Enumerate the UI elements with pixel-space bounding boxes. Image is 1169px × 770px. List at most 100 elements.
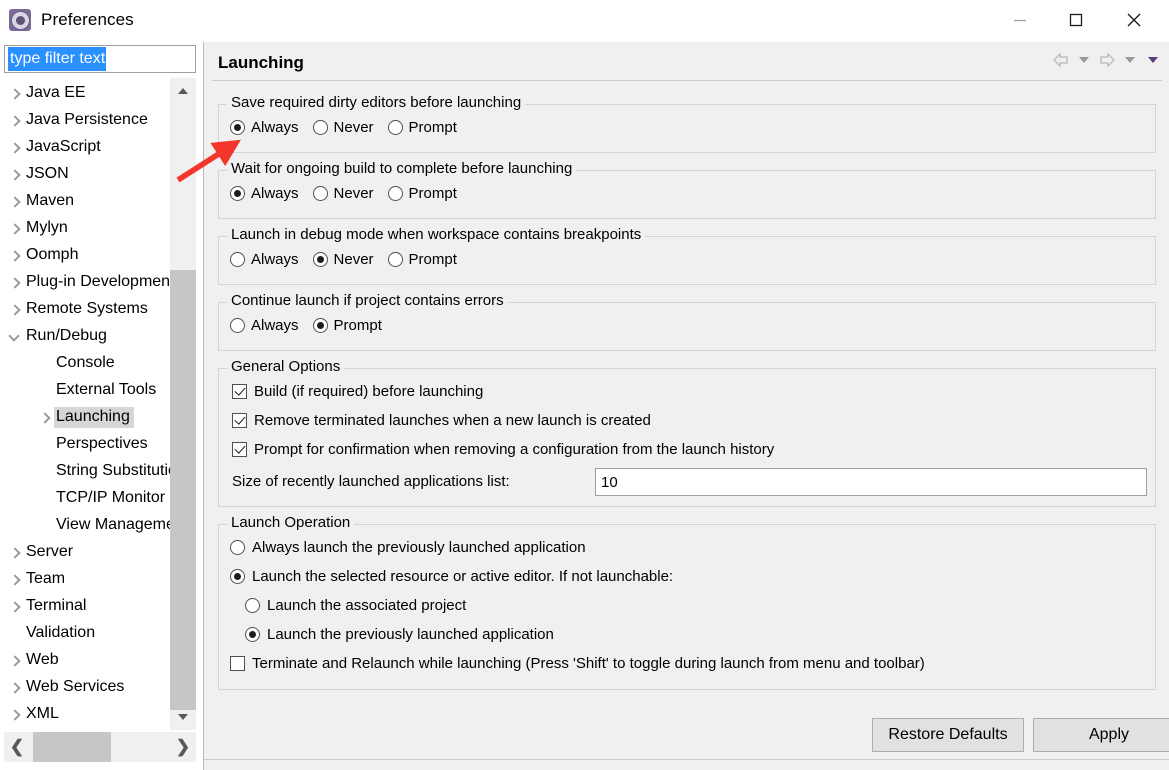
launch-op-associated-project-radio[interactable]: Launch the associated project — [245, 597, 466, 614]
chevron-right-icon[interactable] — [4, 549, 24, 557]
vertical-scrollbar-thumb[interactable] — [170, 270, 196, 710]
continue-errors-radio-group: Always Prompt — [230, 317, 396, 334]
chevron-right-icon[interactable] — [4, 684, 24, 692]
scroll-down-icon[interactable] — [170, 704, 196, 730]
back-arrow-icon[interactable] — [1051, 50, 1071, 70]
tree-item-server[interactable]: Server — [4, 539, 179, 566]
option-label: Prompt — [408, 119, 457, 136]
wait-build-always-radio[interactable]: Always — [230, 185, 299, 202]
tree-item-maven[interactable]: Maven — [4, 188, 179, 215]
checkbox-label: Prompt for confirmation when removing a … — [254, 441, 775, 458]
tree-item-perspectives[interactable]: Perspectives — [4, 431, 179, 458]
chevron-right-icon[interactable] — [4, 252, 24, 260]
maximize-button[interactable] — [1053, 0, 1099, 40]
apply-button[interactable]: Apply — [1033, 718, 1169, 752]
tree-item-javascript[interactable]: JavaScript — [4, 134, 179, 161]
tree-item-mylyn[interactable]: Mylyn — [4, 215, 179, 242]
forward-arrow-icon[interactable] — [1097, 50, 1117, 70]
tree-item-team[interactable]: Team — [4, 566, 179, 593]
dialog-button-bar: Restore Defaults Apply — [204, 718, 1169, 752]
tree-item-label: TCP/IP Monitor — [56, 489, 166, 506]
checkbox-build-before-launching[interactable]: Build (if required) before launching — [232, 383, 483, 400]
radio-icon — [230, 569, 245, 584]
tree-item-xml[interactable]: XML — [4, 701, 179, 728]
tree-item-oomph[interactable]: Oomph — [4, 242, 179, 269]
chevron-right-icon[interactable] — [4, 90, 24, 98]
save-dirty-never-radio[interactable]: Never — [312, 119, 374, 136]
tree-item-java-persistence[interactable]: Java Persistence — [4, 107, 179, 134]
filter-input-value: type filter text — [8, 47, 107, 71]
chevron-down-icon[interactable] — [4, 333, 24, 341]
wait-build-never-radio[interactable]: Never — [312, 185, 374, 202]
chevron-right-icon[interactable] — [4, 198, 24, 206]
tree-item-tcp-ip-monitor[interactable]: TCP/IP Monitor — [4, 485, 179, 512]
checkbox-label: Terminate and Relaunch while launching (… — [252, 655, 925, 672]
tree-item-web-services[interactable]: Web Services — [4, 674, 179, 701]
continue-errors-prompt-radio[interactable]: Prompt — [312, 317, 382, 334]
scroll-left-icon[interactable]: ❮ — [4, 732, 30, 762]
tree-item-label: Perspectives — [56, 435, 148, 452]
chevron-right-icon[interactable] — [4, 117, 24, 125]
tree-item-validation[interactable]: Validation — [4, 620, 179, 647]
save-dirty-prompt-radio[interactable]: Prompt — [387, 119, 457, 136]
radio-icon — [312, 252, 328, 267]
tree-item-remote-systems[interactable]: Remote Systems — [4, 296, 179, 323]
forward-menu-chevron-down-icon[interactable] — [1120, 50, 1140, 70]
back-menu-chevron-down-icon[interactable] — [1074, 50, 1094, 70]
preferences-tree[interactable]: Java EE Java Persistence JavaScript JSON Mav… — [4, 78, 196, 730]
debug-breakpoints-never-radio[interactable]: Never — [312, 251, 374, 268]
debug-breakpoints-radio-group: Always Never Prompt — [230, 251, 471, 268]
tree-horizontal-scrollbar[interactable]: ❮ ❯ — [4, 732, 196, 762]
save-dirty-always-radio[interactable]: Always — [230, 119, 299, 136]
checkbox-prompt-confirmation-remove[interactable]: Prompt for confirmation when removing a … — [232, 441, 774, 458]
tree-vertical-scrollbar[interactable] — [170, 78, 196, 730]
restore-defaults-button[interactable]: Restore Defaults — [872, 718, 1024, 752]
group-continue-errors: Continue launch if project contains erro… — [218, 292, 1156, 351]
tree-item-plug-in-development[interactable]: Plug-in Development — [4, 269, 179, 296]
debug-breakpoints-prompt-radio[interactable]: Prompt — [387, 251, 457, 268]
tree-item-terminal[interactable]: Terminal — [4, 593, 179, 620]
group-continue-errors-label: Continue launch if project contains erro… — [227, 292, 508, 309]
continue-errors-always-radio[interactable]: Always — [230, 317, 299, 334]
chevron-right-icon[interactable] — [4, 171, 24, 179]
minimize-button[interactable] — [997, 0, 1043, 40]
launch-op-always-previous-radio[interactable]: Always launch the previously launched ap… — [230, 539, 586, 556]
horizontal-scrollbar-thumb[interactable] — [33, 732, 111, 762]
launch-op-selected-resource-radio[interactable]: Launch the selected resource or active e… — [230, 568, 673, 585]
size-list-input[interactable]: 10 — [595, 468, 1147, 496]
chevron-right-icon[interactable] — [34, 414, 54, 422]
chevron-right-icon[interactable] — [4, 576, 24, 584]
tree-item-json[interactable]: JSON — [4, 161, 179, 188]
tree-item-launching[interactable]: Launching — [4, 404, 179, 431]
tree-item-web[interactable]: Web — [4, 647, 179, 674]
tree-item-label: Terminal — [26, 597, 87, 614]
radio-icon — [312, 120, 328, 135]
checkbox-label: Build (if required) before launching — [254, 383, 484, 400]
close-button[interactable] — [1111, 0, 1157, 40]
chevron-right-icon[interactable] — [4, 306, 24, 314]
tree-item-label: Run/Debug — [26, 327, 107, 344]
scroll-up-icon[interactable] — [170, 78, 196, 104]
checkbox-terminate-and-relaunch[interactable]: Terminate and Relaunch while launching (… — [230, 655, 925, 672]
chevron-right-icon[interactable] — [4, 144, 24, 152]
launch-op-previously-launched-radio[interactable]: Launch the previously launched applicati… — [245, 626, 554, 643]
scroll-right-icon[interactable]: ❯ — [170, 732, 196, 762]
chevron-right-icon[interactable] — [4, 279, 24, 287]
tree-item-view-management[interactable]: View Management — [4, 512, 188, 539]
filter-input[interactable]: type filter text — [4, 45, 196, 73]
tree-item-external-tools[interactable]: External Tools — [4, 377, 179, 404]
chevron-right-icon[interactable] — [4, 657, 24, 665]
chevron-right-icon[interactable] — [4, 225, 24, 233]
tree-item-console[interactable]: Console — [4, 350, 179, 377]
option-label: Always — [251, 119, 299, 136]
view-menu-chevron-down-icon[interactable] — [1143, 50, 1163, 70]
tree-item-java-ee[interactable]: Java EE — [4, 80, 179, 107]
radio-icon — [312, 318, 328, 333]
chevron-right-icon[interactable] — [4, 711, 24, 719]
wait-build-prompt-radio[interactable]: Prompt — [387, 185, 457, 202]
checkbox-remove-terminated-launches[interactable]: Remove terminated launches when a new la… — [232, 412, 651, 429]
debug-breakpoints-always-radio[interactable]: Always — [230, 251, 299, 268]
tree-item-run-debug[interactable]: Run/Debug — [4, 323, 179, 350]
chevron-right-icon[interactable] — [4, 603, 24, 611]
tree-item-string-substitution[interactable]: String Substitution — [4, 458, 186, 485]
